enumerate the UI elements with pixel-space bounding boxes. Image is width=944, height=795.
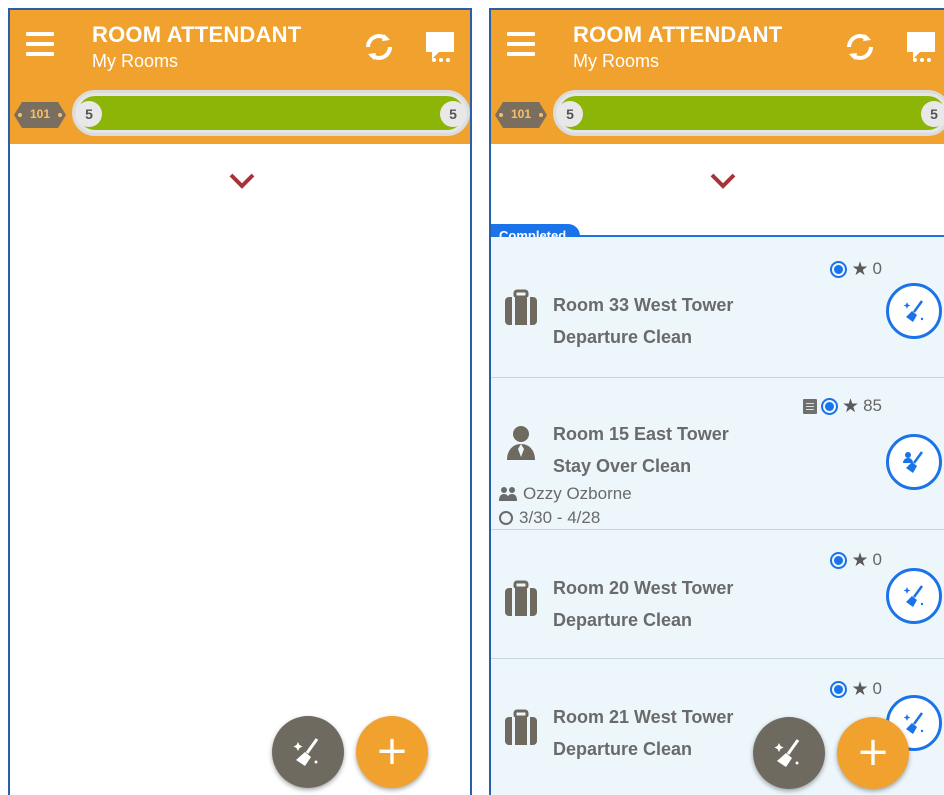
app-bar: ROOM ATTENDANT My Rooms	[491, 10, 944, 82]
room-card[interactable]: ★ 85 Room 15 East Tower Stay Over Clean …	[491, 378, 944, 530]
progress-fill	[559, 96, 944, 130]
broom-icon	[903, 300, 924, 322]
app-subtitle: My Rooms	[573, 51, 660, 71]
room-score: 0	[872, 550, 882, 569]
room-count-badge: 101	[14, 102, 66, 128]
circle-icon	[499, 511, 513, 525]
screenshot-stage: ROOM ATTENDANT My Rooms 101 5 5 + ROOM A…	[0, 0, 944, 795]
progress-track: 5 5	[72, 90, 470, 136]
room-score: 0	[872, 259, 882, 278]
service-type: Departure Clean	[553, 327, 693, 347]
room-name: Room 21 West Tower	[553, 707, 734, 727]
guest-info: Ozzy Ozborne	[499, 484, 632, 504]
hamburger-icon[interactable]	[26, 32, 54, 58]
room-count-badge: 101	[495, 102, 547, 128]
room-name: Room 15 East Tower	[553, 424, 729, 444]
star-icon: ★	[851, 258, 869, 280]
app-title: ROOM ATTENDANT	[573, 22, 783, 47]
suitcase-icon	[503, 709, 539, 747]
star-icon: ★	[851, 678, 869, 700]
phone-screen-empty: ROOM ATTENDANT My Rooms 101 5 5 +	[8, 8, 472, 795]
phone-screen-list: ROOM ATTENDANT My Rooms 101 5 5 Complete…	[489, 8, 944, 795]
room-card[interactable]: ★ 0 Room 20 West Tower Departure Clean	[491, 530, 944, 659]
badge-number: 101	[510, 107, 532, 121]
star-icon: ★	[851, 549, 869, 571]
status-dot-icon	[830, 680, 848, 698]
note-icon	[803, 398, 818, 414]
star-icon: ★	[842, 395, 860, 417]
room-status-icons: ★ 85	[803, 396, 882, 416]
badge-number: 101	[29, 107, 51, 121]
service-type: Departure Clean	[553, 739, 693, 759]
status-dot-icon	[830, 260, 848, 278]
clean-action-button[interactable]	[886, 568, 942, 624]
status-dot-icon	[830, 551, 848, 569]
room-score: 85	[863, 396, 882, 415]
clean-action-button[interactable]	[886, 434, 942, 490]
progress-bar-row: 101 5 5	[10, 82, 470, 144]
broom-icon	[293, 738, 319, 766]
sync-icon[interactable]	[360, 28, 398, 66]
suitcase-icon	[503, 289, 539, 327]
broom-icon	[774, 739, 800, 767]
room-score: 0	[872, 679, 882, 698]
add-fab-button[interactable]: +	[837, 717, 909, 789]
service-type: Stay Over Clean	[553, 456, 692, 476]
app-bar: ROOM ATTENDANT My Rooms	[10, 10, 470, 82]
broom-person-icon	[903, 451, 924, 473]
progress-bar-row: 101 5 5	[491, 82, 944, 144]
app-title: ROOM ATTENDANT	[92, 22, 302, 47]
progress-fill	[78, 96, 464, 130]
room-status-icons: ★ 0	[830, 550, 882, 570]
add-fab-button[interactable]: +	[356, 716, 428, 788]
chevron-down-icon[interactable]	[228, 172, 256, 190]
progress-count-end: 5	[921, 101, 944, 127]
chat-icon[interactable]	[905, 28, 939, 66]
people-icon	[499, 487, 517, 501]
clean-fab-button[interactable]	[753, 717, 825, 789]
room-card[interactable]: ★ 0 Room 33 West Tower Departure Clean	[491, 237, 944, 378]
sync-icon[interactable]	[841, 28, 879, 66]
room-name: Room 33 West Tower	[553, 295, 734, 315]
suitcase-icon	[503, 580, 539, 618]
hamburger-icon[interactable]	[507, 32, 535, 58]
room-name: Room 20 West Tower	[553, 578, 734, 598]
chevron-down-icon[interactable]	[709, 172, 737, 190]
app-subtitle: My Rooms	[92, 51, 179, 71]
status-dot-icon	[821, 397, 839, 415]
service-type: Departure Clean	[553, 610, 693, 630]
clean-fab-button[interactable]	[272, 716, 344, 788]
progress-count-end: 5	[440, 101, 466, 127]
progress-count-start: 5	[557, 101, 583, 127]
guest-name: Ozzy Ozborne	[523, 484, 632, 503]
guest-person-icon	[503, 424, 539, 462]
progress-count-start: 5	[76, 101, 102, 127]
broom-icon	[903, 585, 924, 607]
broom-icon	[903, 712, 924, 734]
date-range: 3/30 - 4/28	[519, 508, 601, 527]
room-status-icons: ★ 0	[830, 259, 882, 279]
clean-action-button[interactable]	[886, 283, 942, 339]
room-status-icons: ★ 0	[830, 679, 882, 699]
stay-dates: 3/30 - 4/28	[499, 508, 600, 528]
progress-track: 5 5	[553, 90, 944, 136]
chat-icon[interactable]	[424, 28, 458, 66]
